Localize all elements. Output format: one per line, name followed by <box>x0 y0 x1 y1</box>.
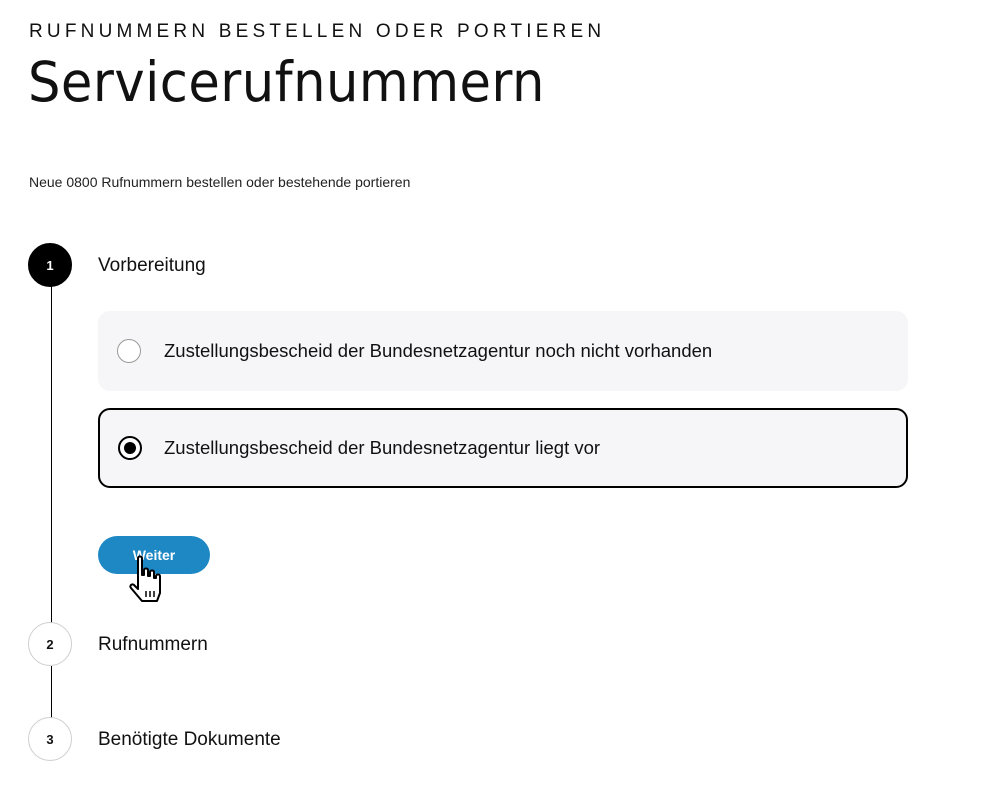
step-1-indicator: 1 <box>28 243 72 287</box>
radio-checked[interactable] <box>118 436 142 460</box>
radio-unchecked[interactable] <box>117 339 141 363</box>
step-2-indicator[interactable]: 2 <box>28 622 72 666</box>
page-title: Servicerufnummern <box>28 50 545 114</box>
option-label: Zustellungsbescheid der Bundesnetzagentu… <box>164 340 713 361</box>
step-2-label[interactable]: Rufnummern <box>98 634 208 656</box>
option-label: Zustellungsbescheid der Bundesnetzagentu… <box>164 437 601 458</box>
hand-pointer-icon <box>129 555 161 602</box>
option-available[interactable]: Zustellungsbescheid der Bundesnetzagentu… <box>98 408 908 488</box>
step-3-label[interactable]: Benötigte Dokumente <box>98 729 281 751</box>
option-not-available[interactable]: Zustellungsbescheid der Bundesnetzagentu… <box>98 311 908 391</box>
step-1-label: Vorbereitung <box>98 255 206 276</box>
section-eyebrow: RUFNUMMERN BESTELLEN ODER PORTIEREN <box>29 21 606 42</box>
step-3-indicator[interactable]: 3 <box>28 717 72 761</box>
stepper-connector <box>51 286 52 626</box>
stepper-connector <box>51 666 52 718</box>
page-subtitle: Neue 0800 Rufnummern bestellen oder best… <box>29 174 411 190</box>
